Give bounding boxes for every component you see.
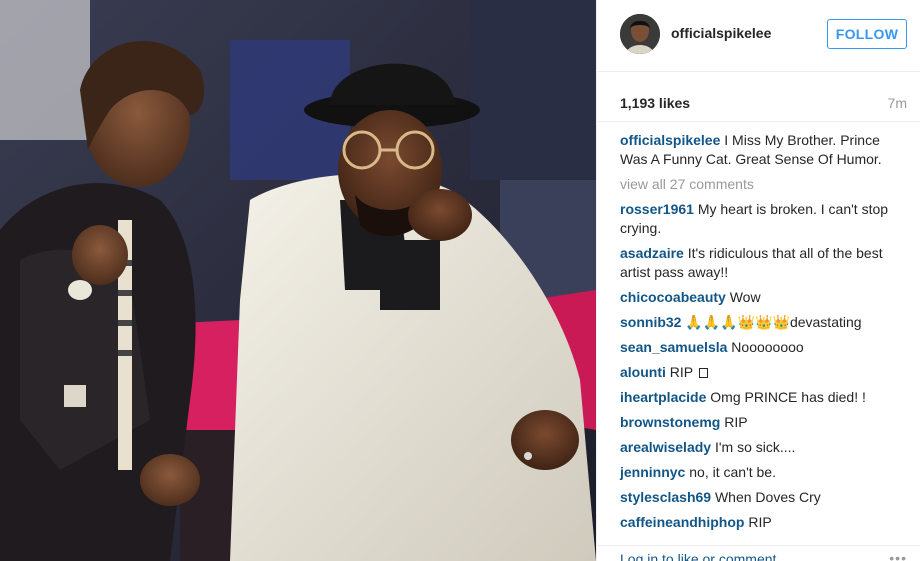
comment-text: Wow	[725, 289, 761, 305]
comment-user[interactable]: brownstonemg	[620, 414, 720, 430]
comment-item: sonnib32 🙏🙏🙏👑👑👑devastating	[620, 313, 910, 332]
comment-text: I'm so sick....	[711, 439, 796, 455]
likes-count[interactable]: 1,193 likes	[620, 95, 690, 111]
comment-user[interactable]: iheartplacide	[620, 389, 706, 405]
comment-item: sean_samuelsla Noooooooo	[620, 338, 910, 357]
comment-item: caffeineandhiphop RIP	[620, 513, 910, 532]
comment-user[interactable]: stylesclash69	[620, 489, 711, 505]
login-to-comment-link[interactable]: Log in to like or comment.	[620, 551, 780, 561]
post-photo[interactable]	[0, 0, 596, 561]
comment-user[interactable]: alounti	[620, 364, 666, 380]
post-header: officialspikelee FOLLOW	[597, 0, 920, 72]
comment-item: alounti RIP	[620, 363, 910, 382]
comment-item: rosser1961 My heart is broken. I can't s…	[620, 200, 910, 238]
view-all-comments-link[interactable]: view all 27 comments	[620, 175, 910, 194]
comment-item: arealwiselady I'm so sick....	[620, 438, 910, 457]
post-footer: Log in to like or comment. •••	[597, 545, 920, 561]
comment-text: RIP	[744, 514, 772, 530]
comment-item: iheartplacide Omg PRINCE has died! !	[620, 388, 910, 407]
comment-text: RIP	[665, 364, 697, 380]
comment-user[interactable]: rosser1961	[620, 201, 694, 217]
comment-user[interactable]: sean_samuelsla	[620, 339, 727, 355]
more-dots-icon[interactable]: •••	[889, 550, 907, 561]
comment-text: 🙏🙏🙏👑👑👑devastating	[681, 314, 862, 330]
post-stats: 1,193 likes 7m	[597, 84, 920, 122]
comment-user[interactable]: chicocoabeauty	[620, 289, 726, 305]
avatar-icon	[620, 14, 660, 54]
post-time[interactable]: 7m	[888, 95, 907, 111]
comment-user[interactable]: jenninnyc	[620, 464, 685, 480]
caption: officialspikelee I Miss My Brother. Prin…	[620, 131, 910, 169]
comments-list: officialspikelee I Miss My Brother. Prin…	[620, 131, 910, 531]
comment-user[interactable]: asadzaire	[620, 245, 684, 261]
post-username[interactable]: officialspikelee	[671, 25, 771, 41]
comment-item: asadzaire It's ridiculous that all of th…	[620, 244, 910, 282]
avatar[interactable]	[620, 14, 660, 54]
post-side-panel: officialspikelee FOLLOW 1,193 likes 7m o…	[596, 0, 920, 561]
comment-user[interactable]: caffeineandhiphop	[620, 514, 744, 530]
comment-item: stylesclash69 When Doves Cry	[620, 488, 910, 507]
comment-text: RIP	[720, 414, 748, 430]
comment-user[interactable]: sonnib32	[620, 314, 681, 330]
comment-text: When Doves Cry	[711, 489, 821, 505]
caption-user[interactable]: officialspikelee	[620, 132, 720, 148]
comment-text: no, it can't be.	[685, 464, 776, 480]
comment-user[interactable]: arealwiselady	[620, 439, 711, 455]
missing-glyph-icon	[698, 368, 708, 378]
comment-text: Omg PRINCE has died! !	[706, 389, 866, 405]
comment-item: chicocoabeauty Wow	[620, 288, 910, 307]
comment-item: brownstonemg RIP	[620, 413, 910, 432]
photo-image	[0, 0, 596, 561]
follow-button[interactable]: FOLLOW	[827, 19, 907, 49]
comment-item: jenninnyc no, it can't be.	[620, 463, 910, 482]
comment-text: Noooooooo	[727, 339, 804, 355]
